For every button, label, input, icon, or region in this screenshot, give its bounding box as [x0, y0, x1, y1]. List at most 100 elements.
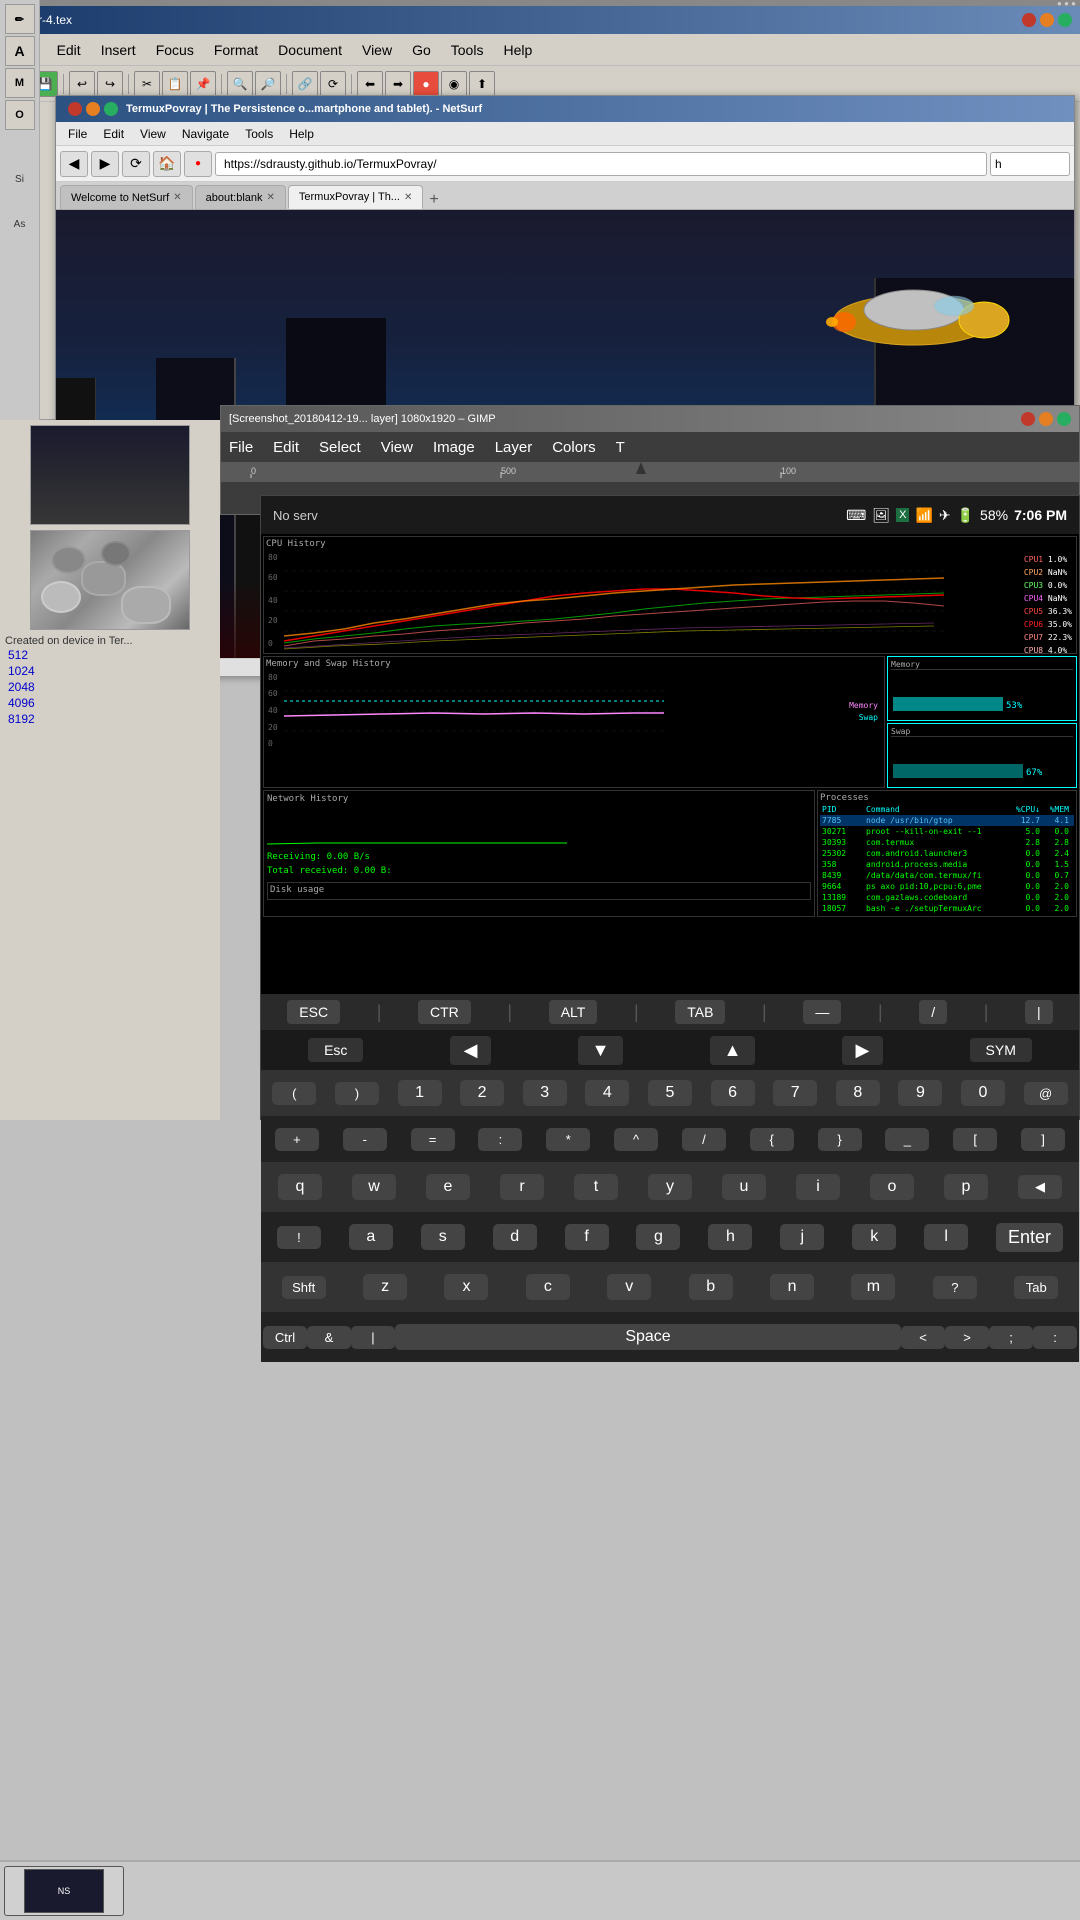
kb-j[interactable]: j	[780, 1224, 824, 1250]
kb-0[interactable]: 0	[961, 1080, 1005, 1106]
kb-escape-key[interactable]: Esc	[308, 1038, 363, 1062]
kb-l[interactable]: l	[924, 1224, 968, 1250]
kb-e[interactable]: e	[426, 1174, 470, 1200]
kb-arrow-right[interactable]: ▶	[842, 1036, 884, 1065]
ns-menu-navigate[interactable]: Navigate	[174, 125, 237, 143]
kb-i[interactable]: i	[796, 1174, 840, 1200]
tab-termuxpovray[interactable]: TermuxPovray | Th... ✕	[288, 185, 423, 209]
kb-colon2[interactable]: :	[1033, 1326, 1077, 1349]
kb-ctr-key[interactable]: CTR	[418, 1000, 471, 1024]
ns-stop-btn[interactable]: ●	[184, 151, 212, 177]
kb-2[interactable]: 2	[460, 1080, 504, 1106]
gimp-menu-view[interactable]: View	[381, 439, 413, 456]
kb-ctrl[interactable]: Ctrl	[263, 1326, 307, 1349]
kb-k[interactable]: k	[852, 1224, 896, 1250]
kb-9[interactable]: 9	[898, 1080, 942, 1106]
kb-question[interactable]: ?	[933, 1276, 977, 1299]
kb-rbracket[interactable]: ]	[1021, 1128, 1065, 1151]
kb-d[interactable]: d	[493, 1224, 537, 1250]
ns-menu-help[interactable]: Help	[281, 125, 322, 143]
kb-colon[interactable]: :	[478, 1128, 522, 1151]
thumbnail-stones[interactable]	[30, 530, 190, 630]
kb-space[interactable]: Space	[395, 1324, 901, 1350]
menu-view[interactable]: View	[352, 38, 402, 62]
ns-menu-view[interactable]: View	[132, 125, 174, 143]
gimp-menu-select[interactable]: Select	[319, 439, 361, 456]
kb-7[interactable]: 7	[773, 1080, 817, 1106]
kb-x[interactable]: x	[444, 1274, 488, 1300]
toolbar-paste[interactable]: 📌	[190, 71, 216, 97]
gimp-menu-colors[interactable]: Colors	[552, 439, 595, 456]
kb-p[interactable]: p	[944, 1174, 988, 1200]
kb-w[interactable]: w	[352, 1174, 396, 1200]
gimp-menu-file[interactable]: File	[229, 439, 253, 456]
kb-1[interactable]: 1	[398, 1080, 442, 1106]
menu-tools[interactable]: Tools	[441, 38, 494, 62]
gimp-menu-edit[interactable]: Edit	[273, 439, 299, 456]
kb-sym-key[interactable]: SYM	[970, 1038, 1032, 1062]
menu-document[interactable]: Document	[268, 38, 352, 62]
ns-reload-btn[interactable]: ⟳	[122, 151, 150, 177]
kb-lbracket[interactable]: [	[953, 1128, 997, 1151]
kb-g[interactable]: g	[636, 1224, 680, 1250]
toolbar-zoom-in[interactable]: 🔎	[255, 71, 281, 97]
menu-go[interactable]: Go	[402, 38, 441, 62]
menu-format[interactable]: Format	[204, 38, 268, 62]
toolbar-link[interactable]: 🔗	[292, 71, 318, 97]
toolbar-undo[interactable]: ↩	[69, 71, 95, 97]
ns-menu-file[interactable]: File	[60, 125, 95, 143]
tool-marquee[interactable]: M	[5, 68, 35, 98]
toolbar-extra2[interactable]: ➡	[385, 71, 411, 97]
kb-excl[interactable]: !	[277, 1226, 321, 1249]
kb-rbrace[interactable]: }	[818, 1128, 862, 1151]
kb-5[interactable]: 5	[648, 1080, 692, 1106]
kb-esc-key[interactable]: ESC	[287, 1000, 340, 1024]
gimp-max-btn[interactable]	[1057, 412, 1071, 426]
kb-pipe2[interactable]: |	[351, 1326, 395, 1349]
toolbar-cut[interactable]: ✂	[134, 71, 160, 97]
kb-tab-key[interactable]: TAB	[675, 1000, 725, 1024]
toolbar-extra5[interactable]: ⬆	[469, 71, 495, 97]
kb-b[interactable]: b	[689, 1274, 733, 1300]
tab-welcome-close[interactable]: ✕	[173, 192, 181, 203]
kb-semicolon[interactable]: ;	[989, 1326, 1033, 1349]
kb-o[interactable]: o	[870, 1174, 914, 1200]
kb-lbrace[interactable]: {	[750, 1128, 794, 1151]
kb-arrow-left[interactable]: ◀	[450, 1036, 492, 1065]
minimize-btn[interactable]	[1040, 13, 1054, 27]
kb-dash-key[interactable]: —	[803, 1000, 841, 1024]
tab-blank[interactable]: about:blank ✕	[195, 185, 286, 209]
toolbar-copy[interactable]: 📋	[162, 71, 188, 97]
kb-c[interactable]: c	[526, 1274, 570, 1300]
search-input[interactable]	[990, 152, 1070, 176]
kb-caret[interactable]: ^	[614, 1128, 658, 1151]
gimp-min-btn[interactable]	[1039, 412, 1053, 426]
ns-back-btn[interactable]: ◀	[60, 151, 88, 177]
menu-insert[interactable]: Insert	[91, 38, 146, 62]
kb-6[interactable]: 6	[711, 1080, 755, 1106]
kb-underscore[interactable]: _	[885, 1128, 929, 1151]
kb-plus[interactable]: +	[275, 1128, 319, 1151]
kb-arrow-up[interactable]: ▲	[710, 1036, 756, 1065]
gimp-close-btn[interactable]	[1021, 412, 1035, 426]
size-2048[interactable]: 2048	[0, 679, 220, 695]
gimp-menu-image[interactable]: Image	[433, 439, 475, 456]
maximize-btn[interactable]	[1058, 13, 1072, 27]
kb-fslash[interactable]: /	[682, 1128, 726, 1151]
kb-n[interactable]: n	[770, 1274, 814, 1300]
kb-lparen[interactable]: (	[272, 1082, 316, 1105]
kb-h[interactable]: h	[708, 1224, 752, 1250]
toolbar-reload[interactable]: ⟳	[320, 71, 346, 97]
kb-r[interactable]: r	[500, 1174, 544, 1200]
kb-alt-key[interactable]: ALT	[549, 1000, 598, 1024]
kb-z[interactable]: z	[363, 1274, 407, 1300]
thumbnail-city[interactable]	[30, 425, 190, 525]
tool-pencil[interactable]: ✏	[5, 4, 35, 34]
size-1024[interactable]: 1024	[0, 663, 220, 679]
ns-max-btn[interactable]	[104, 102, 118, 116]
close-btn[interactable]	[1022, 13, 1036, 27]
address-input[interactable]	[215, 152, 987, 176]
kb-shift[interactable]: Shft	[282, 1276, 326, 1299]
kb-8[interactable]: 8	[836, 1080, 880, 1106]
kb-enter[interactable]: Enter	[996, 1223, 1063, 1252]
